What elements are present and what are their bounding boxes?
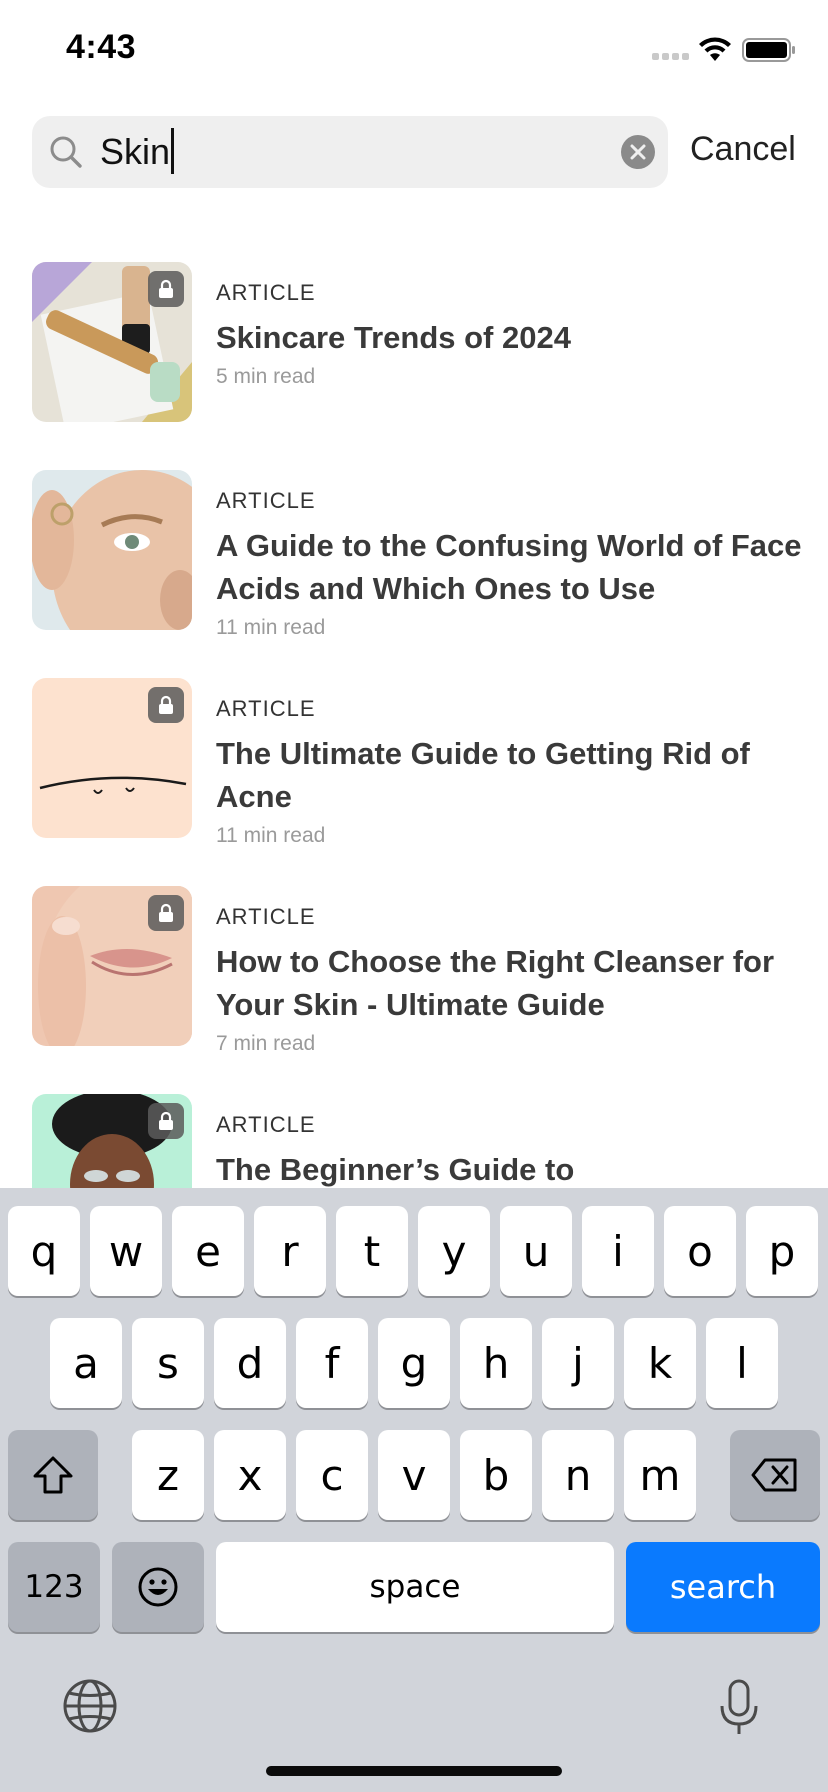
cancel-button[interactable]: Cancel [690, 130, 796, 169]
space-key[interactable]: space [216, 1542, 614, 1632]
key-c[interactable]: c [296, 1430, 368, 1520]
read-time: 11 min read [216, 616, 326, 639]
search-results-list: ARTICLE Skincare Trends of 2024 5 min re… [0, 262, 828, 1188]
globe-icon[interactable] [62, 1678, 118, 1734]
key-g[interactable]: g [378, 1318, 450, 1408]
key-t[interactable]: t [336, 1206, 408, 1296]
lock-icon [159, 279, 173, 298]
key-l[interactable]: l [706, 1318, 778, 1408]
list-item[interactable]: ARTICLE How to Choose the Right Cleanser… [0, 886, 828, 1055]
key-f[interactable]: f [296, 1318, 368, 1408]
key-z[interactable]: z [132, 1430, 204, 1520]
delete-key[interactable] [730, 1430, 820, 1520]
battery-icon [742, 38, 795, 62]
article-title: A Guide to the Confusing World of Face A… [216, 528, 802, 606]
cellular-signal-icon [652, 53, 689, 60]
article-type: ARTICLE [216, 696, 316, 721]
home-indicator [266, 1766, 562, 1776]
article-thumbnail [32, 262, 192, 422]
key-a[interactable]: a [50, 1318, 122, 1408]
read-time: 11 min read [216, 824, 326, 847]
key-d[interactable]: d [214, 1318, 286, 1408]
article-thumbnail [32, 678, 192, 838]
numbers-key[interactable]: 123 [8, 1542, 100, 1632]
backspace-icon [751, 1458, 797, 1492]
article-type: ARTICLE [216, 488, 316, 513]
list-item[interactable]: ARTICLE A Guide to the Confusing World o… [0, 470, 828, 639]
lock-badge [148, 687, 184, 723]
article-thumbnail [32, 886, 192, 1046]
microphone-icon[interactable] [714, 1678, 764, 1738]
article-type: ARTICLE [216, 904, 316, 929]
article-title: Skincare Trends of 2024 [216, 320, 571, 355]
search-field[interactable]: Skin [32, 116, 668, 188]
key-q[interactable]: q [8, 1206, 80, 1296]
lock-icon [159, 1111, 173, 1130]
key-w[interactable]: w [90, 1206, 162, 1296]
key-n[interactable]: n [542, 1430, 614, 1520]
emoji-key[interactable] [112, 1542, 204, 1632]
list-item[interactable]: ARTICLE The Ultimate Guide to Getting Ri… [0, 678, 828, 847]
key-u[interactable]: u [500, 1206, 572, 1296]
keyboard: q w e r t y u i o p a s d f g h j k l z … [0, 1188, 828, 1792]
key-e[interactable]: e [172, 1206, 244, 1296]
key-y[interactable]: y [418, 1206, 490, 1296]
key-h[interactable]: h [460, 1318, 532, 1408]
key-x[interactable]: x [214, 1430, 286, 1520]
status-bar: 4:43 [0, 0, 828, 100]
article-title: The Ultimate Guide to Getting Rid of Acn… [216, 736, 750, 814]
shift-key[interactable] [8, 1430, 98, 1520]
text-cursor [171, 128, 175, 175]
key-m[interactable]: m [624, 1430, 696, 1520]
lock-badge [148, 1103, 184, 1139]
search-icon [50, 136, 82, 168]
article-thumbnail [32, 470, 192, 630]
clear-search-button[interactable] [621, 135, 655, 169]
shift-icon [33, 1456, 73, 1494]
key-s[interactable]: s [132, 1318, 204, 1408]
lock-icon [159, 903, 173, 922]
search-key[interactable]: search [626, 1542, 820, 1632]
article-thumbnail [32, 1094, 192, 1188]
article-title: The Beginner’s Guide to [216, 1152, 575, 1187]
key-i[interactable]: i [582, 1206, 654, 1296]
list-item[interactable]: ARTICLE The Beginner’s Guide to [0, 1094, 828, 1188]
search-input[interactable]: Skin [100, 131, 170, 172]
status-time: 4:43 [66, 28, 137, 66]
read-time: 7 min read [216, 1032, 316, 1055]
wifi-icon [699, 37, 731, 61]
emoji-icon [138, 1567, 178, 1607]
lock-badge [148, 895, 184, 931]
key-v[interactable]: v [378, 1430, 450, 1520]
article-type: ARTICLE [216, 280, 316, 305]
key-o[interactable]: o [664, 1206, 736, 1296]
key-j[interactable]: j [542, 1318, 614, 1408]
close-icon [630, 144, 646, 160]
key-p[interactable]: p [746, 1206, 818, 1296]
article-title: How to Choose the Right Cleanser for You… [216, 944, 775, 1022]
search-bar: Skin Cancel [0, 114, 828, 188]
lock-icon [159, 695, 173, 714]
key-b[interactable]: b [460, 1430, 532, 1520]
lock-badge [148, 271, 184, 307]
key-k[interactable]: k [624, 1318, 696, 1408]
read-time: 5 min read [216, 365, 316, 388]
key-r[interactable]: r [254, 1206, 326, 1296]
list-item[interactable]: ARTICLE Skincare Trends of 2024 5 min re… [0, 262, 828, 424]
article-type: ARTICLE [216, 1112, 316, 1137]
